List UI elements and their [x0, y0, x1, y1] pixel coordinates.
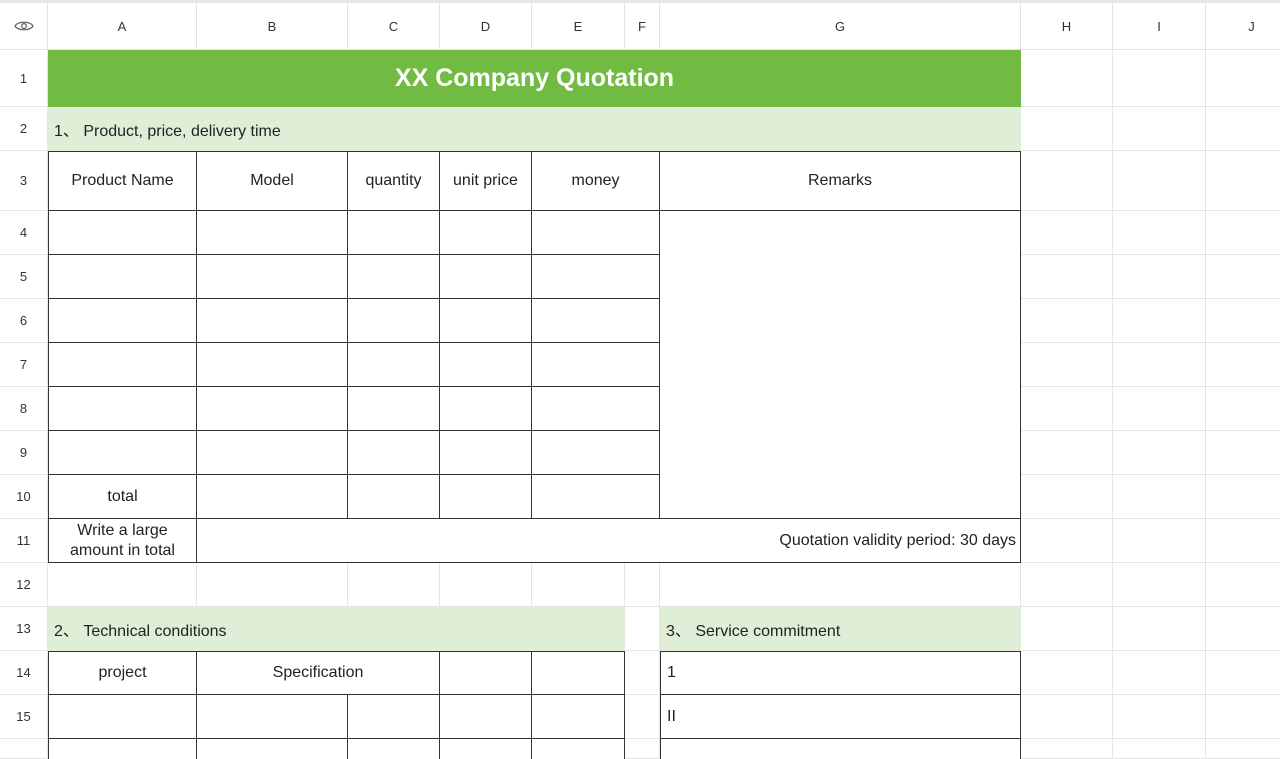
product-name-cell[interactable]: [48, 343, 197, 387]
quantity-cell[interactable]: [348, 255, 440, 299]
tech-spec-cell[interactable]: [348, 695, 440, 739]
row-header-4[interactable]: 4: [0, 211, 48, 255]
header-money[interactable]: money: [532, 151, 660, 211]
total-quantity-cell[interactable]: [348, 475, 440, 519]
header-quantity[interactable]: quantity: [348, 151, 440, 211]
unit-price-cell[interactable]: [440, 343, 532, 387]
row-header-1[interactable]: 1: [0, 50, 48, 107]
money-cell[interactable]: [532, 211, 660, 255]
row-header-9[interactable]: 9: [0, 431, 48, 475]
service-item[interactable]: [660, 739, 1021, 759]
column-header-c[interactable]: C: [348, 3, 440, 50]
row-header-10[interactable]: 10: [0, 475, 48, 519]
quantity-cell[interactable]: [348, 343, 440, 387]
large-amount-label-cell[interactable]: Write a large amount in total: [48, 519, 197, 563]
total-money-cell[interactable]: [532, 475, 660, 519]
row-header-16: [0, 739, 48, 759]
tech-extra-cell[interactable]: [532, 739, 625, 759]
model-cell[interactable]: [197, 387, 348, 431]
row-header-12[interactable]: 12: [0, 563, 48, 607]
column-header-e[interactable]: E: [532, 3, 625, 50]
product-name-cell[interactable]: [48, 211, 197, 255]
column-header-f[interactable]: F: [625, 3, 660, 50]
product-name-cell[interactable]: [48, 387, 197, 431]
quantity-cell[interactable]: [348, 431, 440, 475]
service-item[interactable]: II: [660, 695, 1021, 739]
row-header-11[interactable]: 11: [0, 519, 48, 563]
header-model[interactable]: Model: [197, 151, 348, 211]
model-cell[interactable]: [197, 255, 348, 299]
quantity-cell[interactable]: [348, 299, 440, 343]
model-cell[interactable]: [197, 299, 348, 343]
tech-header-extra-cell[interactable]: [532, 651, 625, 695]
column-header-g[interactable]: G: [660, 3, 1021, 50]
product-name-cell[interactable]: [48, 431, 197, 475]
section-1-heading[interactable]: 1、 Product, price, delivery time: [48, 107, 1021, 151]
column-header-a[interactable]: A: [48, 3, 197, 50]
model-cell[interactable]: [197, 343, 348, 387]
tech-extra-cell[interactable]: [532, 695, 625, 739]
tech-spec-cell[interactable]: [197, 739, 348, 759]
header-remarks[interactable]: Remarks: [660, 151, 1021, 211]
column-header-b[interactable]: B: [197, 3, 348, 50]
unit-price-cell[interactable]: [440, 387, 532, 431]
column-header-h[interactable]: H: [1021, 3, 1113, 50]
quantity-cell[interactable]: [348, 211, 440, 255]
header-unit-price[interactable]: unit price: [440, 151, 532, 211]
model-cell[interactable]: [197, 431, 348, 475]
section-2-heading[interactable]: 2、 Technical conditions: [48, 607, 625, 651]
remarks-cell[interactable]: [660, 211, 1021, 519]
money-cell[interactable]: [532, 255, 660, 299]
total-model-cell[interactable]: [197, 475, 348, 519]
tech-header-extra-cell[interactable]: [440, 651, 532, 695]
total-label-cell[interactable]: total: [48, 475, 197, 519]
row-header-7[interactable]: 7: [0, 343, 48, 387]
total-unit-price-cell[interactable]: [440, 475, 532, 519]
header-product-name[interactable]: Product Name: [48, 151, 197, 211]
product-name-cell[interactable]: [48, 299, 197, 343]
service-item[interactable]: 1: [660, 651, 1021, 695]
unit-price-cell[interactable]: [440, 255, 532, 299]
money-cell[interactable]: [532, 299, 660, 343]
row-header-2[interactable]: 2: [0, 107, 48, 151]
column-header-j[interactable]: J: [1206, 3, 1280, 50]
row-header-6[interactable]: 6: [0, 299, 48, 343]
select-all-corner[interactable]: [0, 3, 48, 50]
quantity-cell[interactable]: [348, 387, 440, 431]
unit-price-cell[interactable]: [440, 431, 532, 475]
unit-price-cell[interactable]: [440, 211, 532, 255]
tech-extra-cell[interactable]: [440, 695, 532, 739]
money-cell[interactable]: [532, 343, 660, 387]
tech-header-specification[interactable]: Specification: [197, 651, 440, 695]
row-header-3[interactable]: 3: [0, 151, 48, 211]
tech-project-cell[interactable]: [48, 695, 197, 739]
row-header-5[interactable]: 5: [0, 255, 48, 299]
row-header-8[interactable]: 8: [0, 387, 48, 431]
row-header-14[interactable]: 14: [0, 651, 48, 695]
eye-icon: [13, 21, 34, 31]
model-cell[interactable]: [197, 211, 348, 255]
quotation-title[interactable]: XX Company Quotation: [48, 50, 1021, 107]
validity-period-cell[interactable]: Quotation validity period: 30 days: [197, 519, 1021, 563]
tech-spec-cell[interactable]: [348, 739, 440, 759]
product-name-cell[interactable]: [48, 255, 197, 299]
tech-extra-cell[interactable]: [440, 739, 532, 759]
tech-header-project[interactable]: project: [48, 651, 197, 695]
column-header-i[interactable]: I: [1113, 3, 1206, 50]
spreadsheet-grid: A B C D E F G H I J 1 2 3 4 5 6 7 8 9 10…: [0, 0, 1280, 759]
unit-price-cell[interactable]: [440, 299, 532, 343]
row-header-15[interactable]: 15: [0, 695, 48, 739]
column-header-d[interactable]: D: [440, 3, 532, 50]
section-3-heading[interactable]: 3、 Service commitment: [660, 607, 1021, 651]
row-header-13[interactable]: 13: [0, 607, 48, 651]
money-cell[interactable]: [532, 431, 660, 475]
tech-spec-cell[interactable]: [197, 695, 348, 739]
money-cell[interactable]: [532, 387, 660, 431]
tech-project-cell[interactable]: [48, 739, 197, 759]
